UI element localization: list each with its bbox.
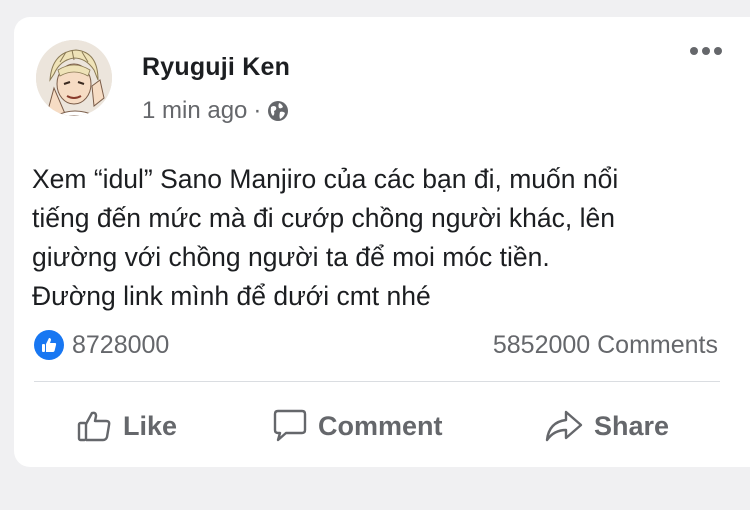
more-dot [714,47,722,55]
divider [34,381,720,382]
comment-count[interactable]: 5852000 Comments [493,331,718,360]
author-name[interactable]: Ryuguji Ken [142,53,290,82]
post-text-line: giường với chồng người ta để moi móc tiề… [32,242,550,272]
more-options-icon[interactable] [690,47,722,55]
avatar[interactable] [36,40,112,116]
comment-bubble-icon [272,408,308,444]
like-label: Like [123,410,178,441]
like-button[interactable]: Like [77,400,177,452]
thumbs-up-icon [77,409,113,443]
more-dot [702,47,710,55]
comment-button[interactable]: Comment [272,400,443,452]
globe-icon[interactable] [267,100,289,122]
more-dot [690,47,698,55]
post-text-line: Xem “idul” Sano Manjiro của các bạn đi, … [32,164,619,194]
share-arrow-icon [544,409,584,443]
post-stats: 8728000 5852000 Comments [34,330,718,360]
post-text-line: Đường link mình để dưới cmt nhé [32,281,431,311]
post-meta: 1 min ago · [142,97,289,125]
post-text: Xem “idul” Sano Manjiro của các bạn đi, … [32,160,732,316]
like-count: 8728000 [72,330,170,359]
post-card: Ryuguji Ken 1 min ago · Xem “idul” Sano … [14,17,750,467]
like-reaction-icon [34,330,64,360]
post-time[interactable]: 1 min ago [142,97,247,125]
share-label: Share [594,410,670,441]
action-bar: Like Comment Share [14,400,750,452]
comment-label: Comment [318,410,443,441]
meta-separator: · [253,97,262,124]
reactions-summary[interactable]: 8728000 [34,330,169,360]
share-button[interactable]: Share [544,400,669,452]
post-text-line: tiếng đến mức mà đi cướp chồng người khá… [32,203,615,233]
